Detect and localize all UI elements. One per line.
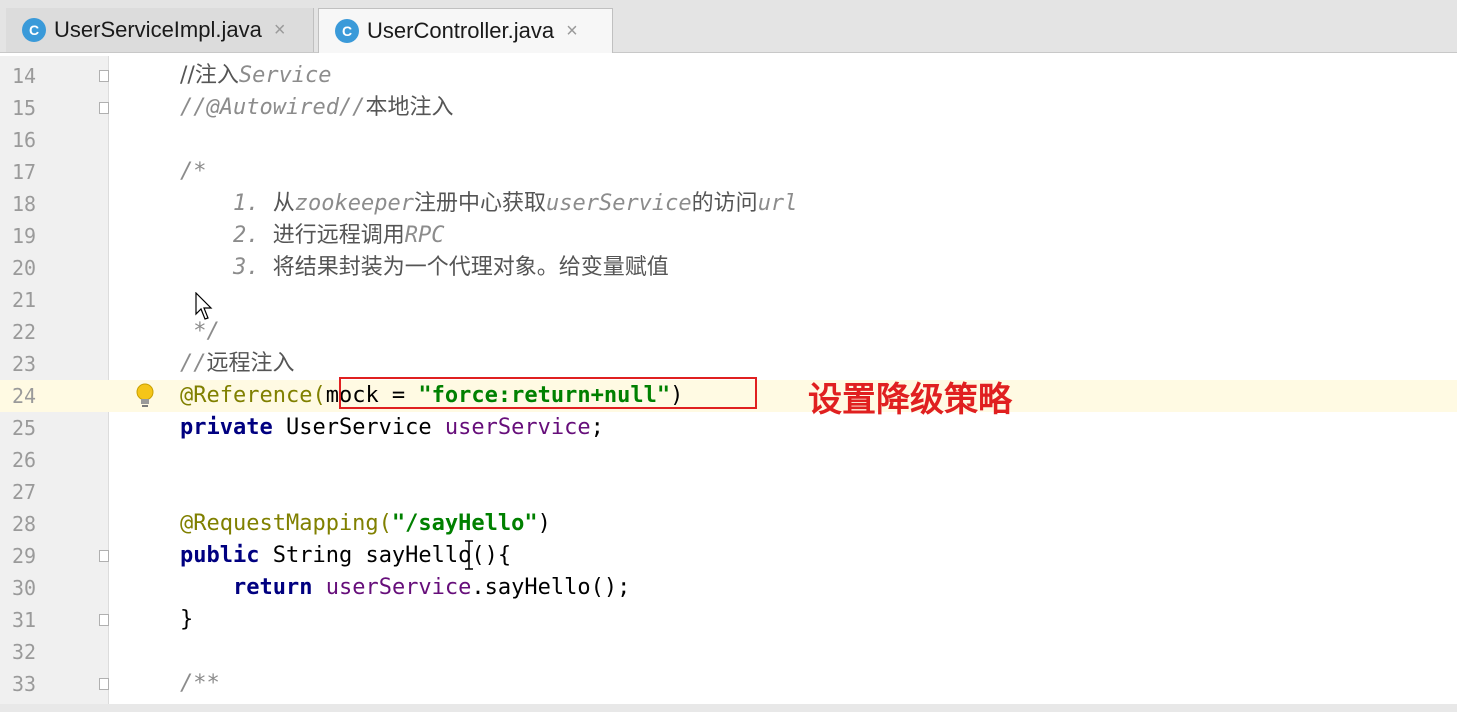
code-text: 2. 进行远程调用RPC bbox=[180, 223, 445, 248]
fold-marker-icon[interactable] bbox=[99, 70, 109, 82]
code-text: 3. 将结果封装为一个代理对象。给变量赋值 bbox=[180, 255, 669, 280]
code-line: 14 //注入Service bbox=[0, 60, 1457, 92]
annotation-note: 设置降级策略 bbox=[808, 380, 1012, 420]
code-line: 31 } bbox=[0, 604, 1457, 636]
code-line: 19 2. 进行远程调用RPC bbox=[0, 220, 1457, 252]
c-class-icon: C bbox=[335, 19, 359, 43]
code-line: 25 private UserService userService; bbox=[0, 412, 1457, 444]
line-number: 33 bbox=[12, 672, 37, 696]
line-number: 17 bbox=[12, 160, 37, 184]
line-number: 20 bbox=[12, 256, 37, 280]
line-number: 27 bbox=[12, 480, 37, 504]
line-number: 22 bbox=[12, 320, 37, 344]
code-line: 20 3. 将结果封装为一个代理对象。给变量赋值 bbox=[0, 252, 1457, 284]
close-icon[interactable]: × bbox=[274, 19, 286, 42]
code-text: } bbox=[180, 607, 194, 632]
c-class-icon: C bbox=[22, 18, 46, 42]
code-line: 26 bbox=[0, 444, 1457, 476]
text-cursor-icon bbox=[465, 540, 473, 570]
horizontal-scrollbar[interactable] bbox=[0, 704, 1457, 712]
code-text: /** bbox=[180, 671, 220, 696]
line-number: 19 bbox=[12, 224, 37, 248]
fold-marker-icon[interactable] bbox=[99, 550, 109, 562]
tab-label: UserServiceImpl.java bbox=[54, 17, 262, 42]
line-number: 16 bbox=[12, 128, 37, 152]
code-text: return userService.sayHello(); bbox=[232, 575, 631, 600]
code-line: 21 bbox=[0, 284, 1457, 316]
line-number: 29 bbox=[12, 544, 37, 568]
fold-marker-icon[interactable] bbox=[99, 678, 109, 690]
fold-marker-icon[interactable] bbox=[99, 614, 109, 626]
tab-userserviceimpl[interactable]: C UserServiceImpl.java × bbox=[6, 8, 314, 52]
code-line: 17 /* bbox=[0, 156, 1457, 188]
code-line: 29 public String sayHello(){ bbox=[0, 540, 1457, 572]
line-number: 14 bbox=[12, 64, 37, 88]
code-line: 32 bbox=[0, 636, 1457, 668]
code-line: 16 bbox=[0, 124, 1457, 156]
line-number: 21 bbox=[12, 288, 37, 312]
code-text: //@Autowired//本地注入 bbox=[180, 95, 454, 120]
lightbulb-icon[interactable] bbox=[133, 380, 157, 412]
line-number: 30 bbox=[12, 576, 37, 600]
code-text: @RequestMapping("/sayHello") bbox=[180, 511, 551, 536]
code-line: 15 //@Autowired//本地注入 bbox=[0, 92, 1457, 124]
line-number: 24 bbox=[12, 384, 37, 408]
code-text: //注入Service bbox=[180, 63, 332, 88]
line-number: 25 bbox=[12, 416, 37, 440]
tab-usercontroller[interactable]: C UserController.java × bbox=[318, 8, 613, 53]
line-number: 26 bbox=[12, 448, 37, 472]
close-icon[interactable]: × bbox=[566, 20, 578, 43]
code-line: 27 bbox=[0, 476, 1457, 508]
code-text: private UserService userService; bbox=[180, 415, 604, 440]
code-text: 1. 从zookeeper注册中心获取userService的访问url bbox=[180, 191, 798, 216]
line-number: 28 bbox=[12, 512, 37, 536]
line-number: 15 bbox=[12, 96, 37, 120]
code-text: public String sayHello(){ bbox=[180, 543, 512, 568]
mouse-pointer-icon bbox=[195, 292, 213, 320]
code-line: 22 */ bbox=[0, 316, 1457, 348]
line-number: 31 bbox=[12, 608, 37, 632]
line-number: 23 bbox=[12, 352, 37, 376]
code-line: 33 /** bbox=[0, 668, 1457, 700]
code-text: /* bbox=[180, 159, 207, 184]
code-line: 30 return userService.sayHello(); bbox=[0, 572, 1457, 604]
code-line: 28 @RequestMapping("/sayHello") bbox=[0, 508, 1457, 540]
highlight-box bbox=[339, 377, 757, 409]
fold-marker-icon[interactable] bbox=[99, 102, 109, 114]
code-line: 18 1. 从zookeeper注册中心获取userService的访问url bbox=[0, 188, 1457, 220]
line-number: 32 bbox=[12, 640, 37, 664]
line-number: 18 bbox=[12, 192, 37, 216]
tab-label: UserController.java bbox=[367, 18, 555, 43]
code-line: 23 //远程注入 bbox=[0, 348, 1457, 380]
editor-tab-bar: C UserServiceImpl.java × C UserControlle… bbox=[0, 0, 1457, 53]
code-text: //远程注入 bbox=[180, 351, 295, 376]
